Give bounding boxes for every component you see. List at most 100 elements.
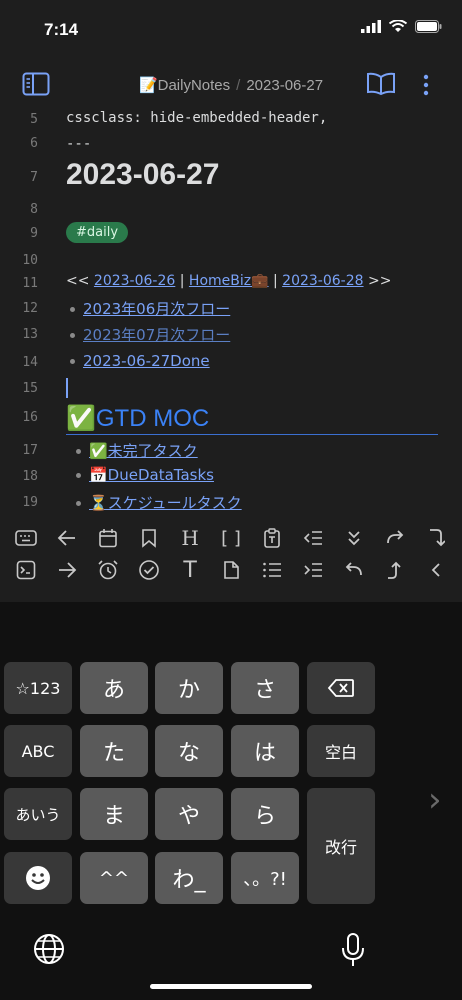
frontmatter-end: --- (66, 136, 92, 152)
bullet (70, 307, 75, 312)
list-item: 12 2023年06月次フロー (0, 296, 462, 322)
line-number: 19 (22, 495, 38, 510)
bullet-list-button[interactable] (259, 557, 285, 583)
status-time: 7:14 (44, 20, 79, 39)
paste-button[interactable] (259, 525, 285, 551)
link-scheduled-tasks[interactable]: ⏳スケジュールタスク (89, 494, 242, 512)
bookmark-button[interactable] (136, 525, 162, 551)
frontmatter-cssclass: cssclass: hide-embedded-header, (66, 110, 328, 126)
list-icon (263, 562, 281, 578)
alarm-icon (98, 560, 118, 580)
heading-button[interactable]: H (177, 525, 203, 551)
globe-icon (34, 934, 64, 964)
line-number: 9 (30, 226, 38, 241)
reading-view-button[interactable] (366, 72, 396, 100)
line-number: 17 (22, 443, 38, 458)
clipboard-icon (264, 528, 280, 548)
navigate-forward-button[interactable] (54, 557, 80, 583)
daily-nav: << 2023-06-26 | HomeBiz💼 | 2023-06-28 >> (66, 273, 391, 289)
breadcrumb-folder[interactable]: DailyNotes (158, 77, 231, 94)
line-number: 8 (30, 202, 38, 217)
line-number: 15 (22, 381, 38, 396)
emoji-key[interactable] (4, 852, 72, 904)
editor-line: 8 (0, 198, 462, 220)
nav-bar: | (273, 273, 278, 289)
nav-suffix: >> (368, 273, 392, 289)
key-ka[interactable]: か (155, 662, 223, 714)
toggle-checkbox-button[interactable] (136, 557, 162, 583)
space-key[interactable]: 空白 (307, 725, 375, 777)
bullet (70, 333, 75, 338)
key-a[interactable]: あ (80, 662, 148, 714)
folder-icon: 📝 (138, 77, 158, 94)
editor-line: 5 cssclass: hide-embedded-header, (0, 110, 462, 130)
list-item: 13 2023年07月次フロー (0, 322, 462, 348)
terminal-icon (17, 560, 36, 580)
indent-button[interactable] (300, 557, 326, 583)
link-next-day[interactable]: 2023-06-28 (282, 273, 363, 289)
chevron-left-icon (431, 563, 440, 577)
key-ma[interactable]: ま (80, 788, 148, 840)
key-ha[interactable]: は (231, 725, 299, 777)
gtd-moc-heading[interactable]: ✅GTD MOC (66, 404, 209, 433)
link-june-flow[interactable]: 2023年06月次フロー (83, 300, 230, 318)
link-july-flow[interactable]: 2023年07月次フロー (83, 326, 230, 344)
chevron-right-icon[interactable]: › (428, 780, 442, 820)
dictation-key[interactable] (340, 932, 366, 972)
more-options-button[interactable] (422, 74, 430, 100)
list-item: 14 2023-06-27Done (0, 350, 462, 376)
line-number: 18 (22, 469, 38, 484)
daily-tag[interactable]: #daily (66, 222, 129, 243)
key-sa[interactable]: さ (231, 662, 299, 714)
command-palette-button[interactable] (13, 557, 39, 583)
key-wa[interactable]: わ_ (155, 852, 223, 904)
return-key[interactable]: 改行 (307, 788, 375, 904)
keyboard-icon (15, 530, 38, 546)
backspace-icon (327, 679, 354, 697)
key-kana[interactable]: あいう (4, 788, 72, 840)
bullet (76, 473, 81, 478)
status-bar: 7:14 (0, 0, 462, 60)
signal-icon (361, 20, 381, 33)
nav-bar: | (179, 273, 185, 289)
outdent-button[interactable] (300, 525, 326, 551)
line-number: 14 (22, 355, 38, 370)
key-ya[interactable]: や (155, 788, 223, 840)
link-due-data-tasks[interactable]: 📅DueDataTasks (89, 466, 214, 484)
text-format-button[interactable]: T (177, 557, 203, 583)
navigate-back-button[interactable] (54, 525, 80, 551)
fold-button[interactable] (341, 525, 367, 551)
key-dakuten[interactable]: ^^ (80, 852, 148, 904)
daily-note-button[interactable] (95, 525, 121, 551)
arrow-right-icon (59, 562, 77, 578)
new-note-button[interactable] (218, 557, 244, 583)
link-incomplete-tasks[interactable]: ✅未完了タスク (89, 442, 198, 460)
indent-right-button[interactable] (423, 525, 449, 551)
key-numbers[interactable]: ☆123 (4, 662, 72, 714)
link-done[interactable]: 2023-06-27Done (83, 352, 210, 370)
battery-icon (415, 20, 442, 33)
link-prev-day[interactable]: 2023-06-26 (94, 273, 175, 289)
editor-line: 9 #daily (0, 220, 462, 250)
redo-button[interactable] (382, 525, 408, 551)
keyboard-toggle-button[interactable] (13, 525, 39, 551)
delete-key[interactable] (307, 662, 375, 714)
reminder-button[interactable] (95, 557, 121, 583)
undo-button[interactable] (341, 557, 367, 583)
key-ra[interactable]: ら (231, 788, 299, 840)
key-na[interactable]: な (155, 725, 223, 777)
link-homebiz[interactable]: HomeBiz💼 (189, 273, 269, 289)
wikilink-button[interactable]: [ ] (218, 525, 244, 551)
home-indicator (150, 984, 312, 989)
collapse-toolbar-button[interactable] (423, 557, 449, 583)
key-punctuation[interactable]: 、。?! (231, 852, 299, 904)
check-circle-icon (139, 560, 159, 580)
more-vertical-icon (423, 74, 429, 96)
line-number: 13 (22, 327, 38, 342)
indent-up-button[interactable] (382, 557, 408, 583)
breadcrumb-note[interactable]: 2023-06-27 (246, 77, 323, 94)
key-ta[interactable]: た (80, 725, 148, 777)
key-abc[interactable]: ABC (4, 725, 72, 777)
editor[interactable]: 5 cssclass: hide-embedded-header, 6 --- … (0, 110, 462, 518)
globe-key[interactable] (32, 932, 66, 970)
